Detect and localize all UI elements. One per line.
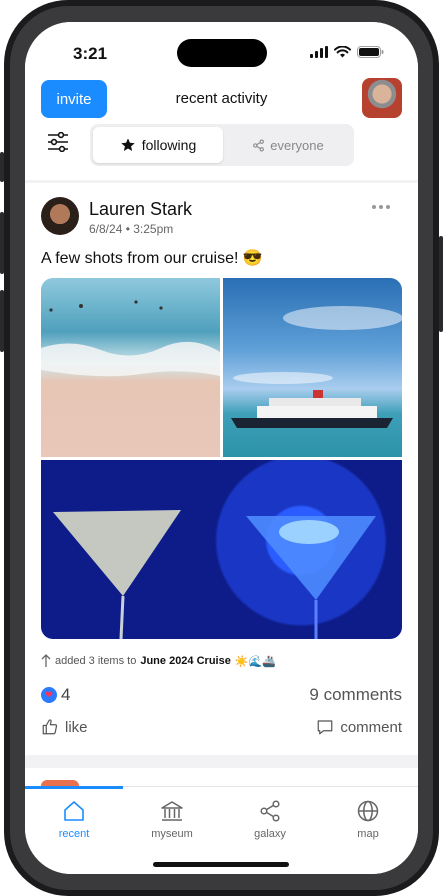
photo-grid xyxy=(41,278,402,639)
feed-segmented-control: following everyone xyxy=(90,124,354,166)
tab-following-label: following xyxy=(141,137,197,153)
tab-recent[interactable]: recent xyxy=(25,799,123,840)
action-button xyxy=(0,152,4,182)
tab-galaxy-label: galaxy xyxy=(254,828,286,840)
like-count: 4 xyxy=(61,685,71,704)
profile-avatar[interactable] xyxy=(362,78,402,118)
active-tab-indicator xyxy=(25,786,123,789)
tab-myseum[interactable]: myseum xyxy=(123,799,221,840)
like-button[interactable]: like xyxy=(41,718,88,736)
cruise-ship xyxy=(231,306,402,428)
status-bar: 3:21 xyxy=(25,22,418,76)
volume-down-button xyxy=(0,290,4,352)
tab-galaxy[interactable]: galaxy xyxy=(221,799,319,840)
battery-icon xyxy=(357,46,384,58)
dynamic-island xyxy=(177,39,267,67)
post-timestamp: 6/8/24 • 3:25pm xyxy=(89,222,174,236)
more-options-icon[interactable] xyxy=(372,205,390,209)
tab-everyone-label: everyone xyxy=(270,137,324,153)
like-label: like xyxy=(65,718,88,736)
post-caption: A few shots from our cruise! 😎 xyxy=(41,250,263,267)
speech-bubble-icon xyxy=(317,720,333,735)
cruise-ship-photo[interactable] xyxy=(223,278,402,457)
author-avatar[interactable] xyxy=(41,197,79,235)
star-icon xyxy=(121,138,135,151)
activity-line: added 3 items to June 2024 Cruise ☀️🌊🚢 xyxy=(41,654,276,668)
museum-icon xyxy=(161,801,183,821)
wifi-icon xyxy=(334,46,351,58)
tab-map[interactable]: map xyxy=(319,799,417,840)
bottom-tab-bar: recent myseum galaxy map xyxy=(25,786,418,874)
power-button xyxy=(439,236,443,332)
tab-map-label: map xyxy=(357,828,379,840)
filter-sliders-icon[interactable] xyxy=(47,132,69,152)
beach-waves xyxy=(41,300,220,377)
volume-up-button xyxy=(0,212,4,274)
home-icon xyxy=(64,801,84,821)
comment-label: comment xyxy=(340,718,402,736)
upload-arrow-icon xyxy=(41,654,51,667)
status-icons xyxy=(310,46,384,58)
comment-button[interactable]: comment xyxy=(316,718,402,736)
cocktails-photo[interactable] xyxy=(41,460,402,639)
tab-following[interactable]: following xyxy=(93,127,223,163)
collection-link[interactable]: June 2024 Cruise xyxy=(140,655,231,667)
tab-myseum-label: myseum xyxy=(151,828,193,840)
status-time: 3:21 xyxy=(73,44,108,63)
like-summary[interactable]: ❤ 4 xyxy=(41,685,70,705)
globe-icon xyxy=(357,800,379,822)
share-network-icon xyxy=(253,139,265,151)
activity-text: added 3 items to xyxy=(55,655,137,667)
heart-reaction-icon: ❤ xyxy=(41,687,57,703)
page-title: recent activity xyxy=(175,90,268,107)
app-header: invite recent activity following everyon… xyxy=(25,76,418,180)
tab-everyone[interactable]: everyone xyxy=(225,127,351,163)
post-card: Lauren Stark 6/8/24 • 3:25pm A few shots… xyxy=(25,183,418,755)
martini-glasses xyxy=(53,510,376,639)
thumbs-up-icon xyxy=(42,719,58,735)
collection-emoji: ☀️🌊🚢 xyxy=(234,655,276,668)
comments-count[interactable]: 9 comments xyxy=(309,685,402,705)
share-network-icon xyxy=(260,800,280,822)
home-indicator[interactable] xyxy=(153,862,289,867)
author-name[interactable]: Lauren Stark xyxy=(89,199,192,220)
tab-recent-label: recent xyxy=(58,828,90,840)
beach-photo[interactable] xyxy=(41,278,220,457)
screen: 3:21 invite recent activity following ev… xyxy=(25,22,418,874)
cellular-signal-icon xyxy=(310,46,328,58)
